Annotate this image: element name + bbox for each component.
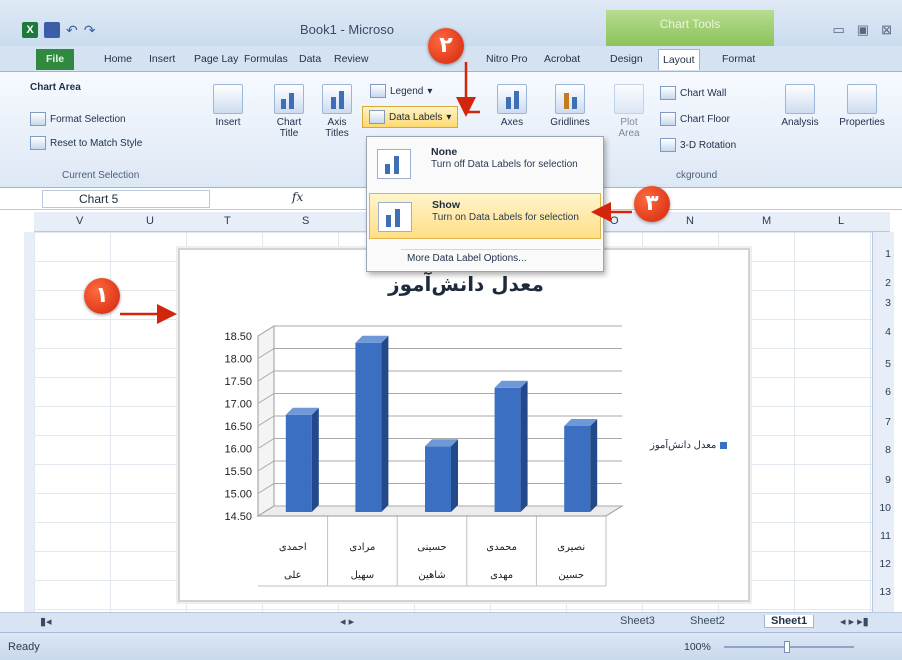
callout-badge: ۳ [634, 186, 670, 222]
zoom-level[interactable]: 100% [684, 641, 711, 653]
status-text: Ready [8, 641, 40, 653]
sheet-tab[interactable]: Sheet3 [620, 615, 655, 627]
callout-badge: ۲ [428, 28, 464, 64]
status-bar: Ready 100% [0, 632, 902, 660]
callout-arrows [120, 62, 632, 324]
zoom-slider[interactable] [724, 641, 854, 653]
sheet-tab-active[interactable]: Sheet1 [764, 615, 815, 628]
sheet-tab[interactable]: Sheet2 [690, 615, 725, 627]
callout-badge: ۱ [84, 278, 120, 314]
sheet-nav-icon[interactable]: ▮◂ [40, 615, 52, 628]
hscroll-icon[interactable]: ◂ ▸ [340, 615, 354, 628]
zoom-slider-thumb[interactable] [784, 641, 790, 653]
sheet-tab-bar: ▮◂ ◂ ▸ Sheet3 Sheet2 Sheet1 ◂ ▸ ▸▮ [0, 612, 902, 632]
sheet-scroll-icon[interactable]: ◂ ▸ ▸▮ [840, 615, 869, 628]
